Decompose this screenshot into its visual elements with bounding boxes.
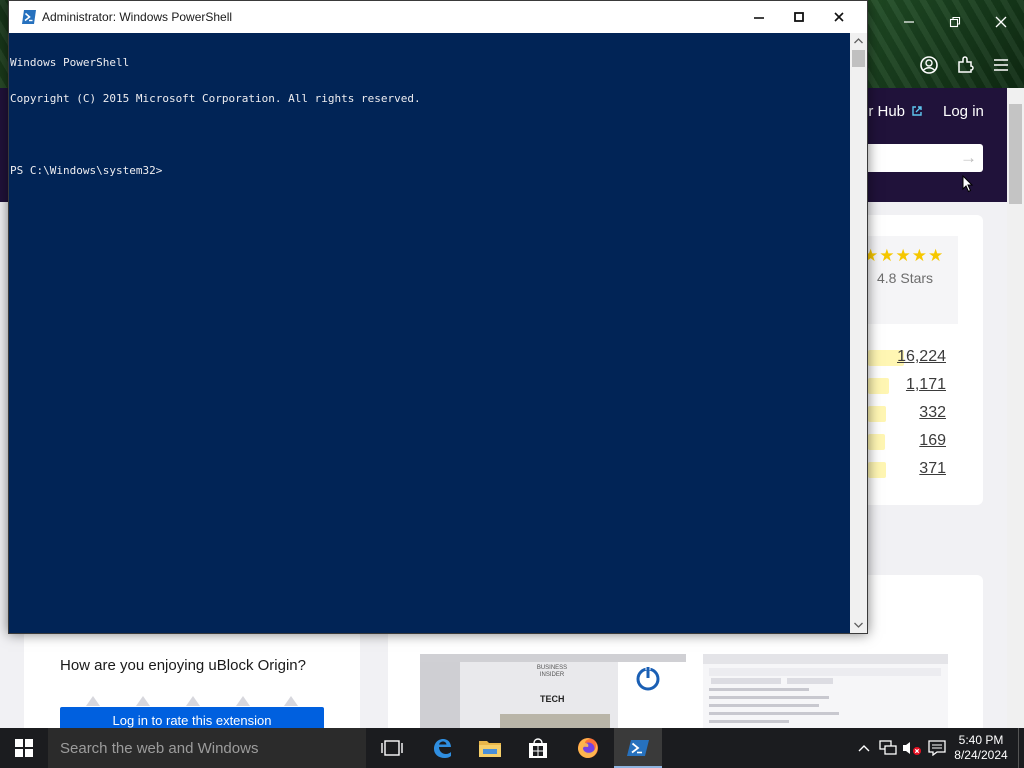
taskbar-powershell[interactable]	[614, 728, 662, 768]
minimize-icon	[904, 21, 914, 23]
powershell-maximize-button[interactable]	[779, 1, 819, 33]
scroll-down-arrow-icon[interactable]	[850, 617, 867, 633]
console-prompt[interactable]: PS C:\Windows\system32>	[10, 165, 850, 177]
windows-logo-icon	[15, 739, 33, 757]
login-to-rate-button[interactable]: Log in to rate this extension	[60, 707, 324, 728]
edge-icon	[434, 739, 451, 758]
developer-hub-link[interactable]: er Hub	[860, 103, 923, 120]
rate-star-icon[interactable]	[86, 696, 100, 706]
taskbar-search-box[interactable]: Search the web and Windows	[48, 728, 366, 768]
rating-count-link[interactable]: 371	[886, 460, 946, 478]
powershell-titlebar[interactable]: Administrator: Windows PowerShell	[9, 1, 867, 33]
task-view-icon	[381, 740, 403, 756]
rating-bar	[868, 462, 886, 478]
powershell-close-button[interactable]	[819, 1, 859, 33]
rating-count-link[interactable]: 169	[886, 432, 946, 450]
powershell-scrollbar[interactable]	[850, 33, 867, 633]
close-icon	[834, 12, 844, 22]
rating-count-link[interactable]: 332	[886, 404, 946, 422]
extensions-icon[interactable]	[954, 54, 976, 76]
volume-muted-icon[interactable]	[902, 738, 922, 758]
scroll-up-arrow-icon[interactable]	[850, 33, 867, 49]
network-icon[interactable]	[878, 738, 898, 758]
powershell-scrollbar-thumb[interactable]	[852, 50, 865, 67]
rate-star-icon[interactable]	[236, 696, 250, 706]
mouse-cursor-icon	[962, 175, 974, 193]
page-scrollbar-thumb[interactable]	[1009, 104, 1022, 204]
rating-bar	[868, 434, 885, 450]
action-center-icon[interactable]	[927, 738, 947, 758]
extension-screenshot-1[interactable]: BUSINESS INSIDER TECH	[420, 654, 686, 728]
show-desktop-button[interactable]	[1018, 728, 1024, 768]
search-submit-arrow-icon[interactable]: →	[960, 148, 977, 168]
clock-time: 5:40 PM	[958, 733, 1004, 747]
extension-screenshot-2[interactable]	[703, 654, 948, 728]
close-icon	[995, 16, 1007, 28]
browser-close-button[interactable]	[988, 11, 1014, 33]
taskbar-firefox[interactable]	[564, 728, 612, 768]
rate-star-icon[interactable]	[136, 696, 150, 706]
review-prompt-question: How are you enjoying uBlock Origin?	[60, 657, 306, 674]
screenshot-brand-text: BUSINESS INSIDER	[536, 665, 568, 678]
store-icon	[529, 738, 547, 758]
rating-stars-label: 4.8 Stars	[877, 270, 934, 286]
account-icon[interactable]	[918, 54, 940, 76]
taskbar-clock[interactable]: 5:40 PM 8/24/2024	[950, 733, 1012, 763]
start-button[interactable]	[0, 728, 48, 768]
folder-icon	[479, 741, 501, 757]
minimize-icon	[754, 17, 764, 19]
rating-bar	[868, 406, 886, 422]
site-login-link[interactable]: Log in	[943, 103, 984, 120]
browser-restore-button[interactable]	[942, 11, 968, 33]
console-line: Copyright (C) 2015 Microsoft Corporation…	[10, 92, 421, 105]
rating-count-link[interactable]: 16,224	[886, 348, 946, 366]
clock-date: 8/24/2024	[954, 748, 1008, 762]
taskbar-file-explorer[interactable]	[466, 728, 514, 768]
power-icon	[636, 666, 660, 691]
task-view-button[interactable]	[368, 728, 416, 768]
console-line: Windows PowerShell	[10, 56, 130, 69]
powershell-window[interactable]: Administrator: Windows PowerShell Window…	[8, 0, 868, 634]
taskbar: Search the web and Windows 5:40 PM 8/24/…	[0, 728, 1024, 768]
taskbar-search-placeholder: Search the web and Windows	[60, 740, 259, 757]
site-search-input[interactable]: →	[860, 144, 983, 172]
rate-star-icon[interactable]	[186, 696, 200, 706]
rating-count-link[interactable]: 1,171	[886, 376, 946, 394]
firefox-icon	[578, 738, 598, 758]
show-hidden-icons-chevron-icon[interactable]	[854, 738, 874, 758]
powershell-console[interactable]: Windows PowerShell Copyright (C) 2015 Mi…	[10, 33, 850, 633]
restore-icon	[949, 16, 961, 28]
maximize-icon	[794, 12, 804, 22]
taskbar-store[interactable]	[514, 728, 562, 768]
rate-star-icon[interactable]	[284, 696, 298, 706]
powershell-window-title: Administrator: Windows PowerShell	[42, 10, 233, 24]
app-menu-icon[interactable]	[990, 54, 1012, 76]
page-scrollbar[interactable]	[1007, 88, 1024, 728]
powershell-icon	[22, 10, 36, 24]
taskbar-edge[interactable]	[418, 728, 466, 768]
browser-minimize-button[interactable]	[896, 11, 922, 33]
external-link-icon	[912, 106, 922, 116]
powershell-minimize-button[interactable]	[739, 1, 779, 33]
powershell-icon	[627, 740, 649, 756]
rating-stars-icon: ★★★★★	[863, 246, 945, 265]
screenshot-section-text: TECH	[540, 694, 565, 704]
